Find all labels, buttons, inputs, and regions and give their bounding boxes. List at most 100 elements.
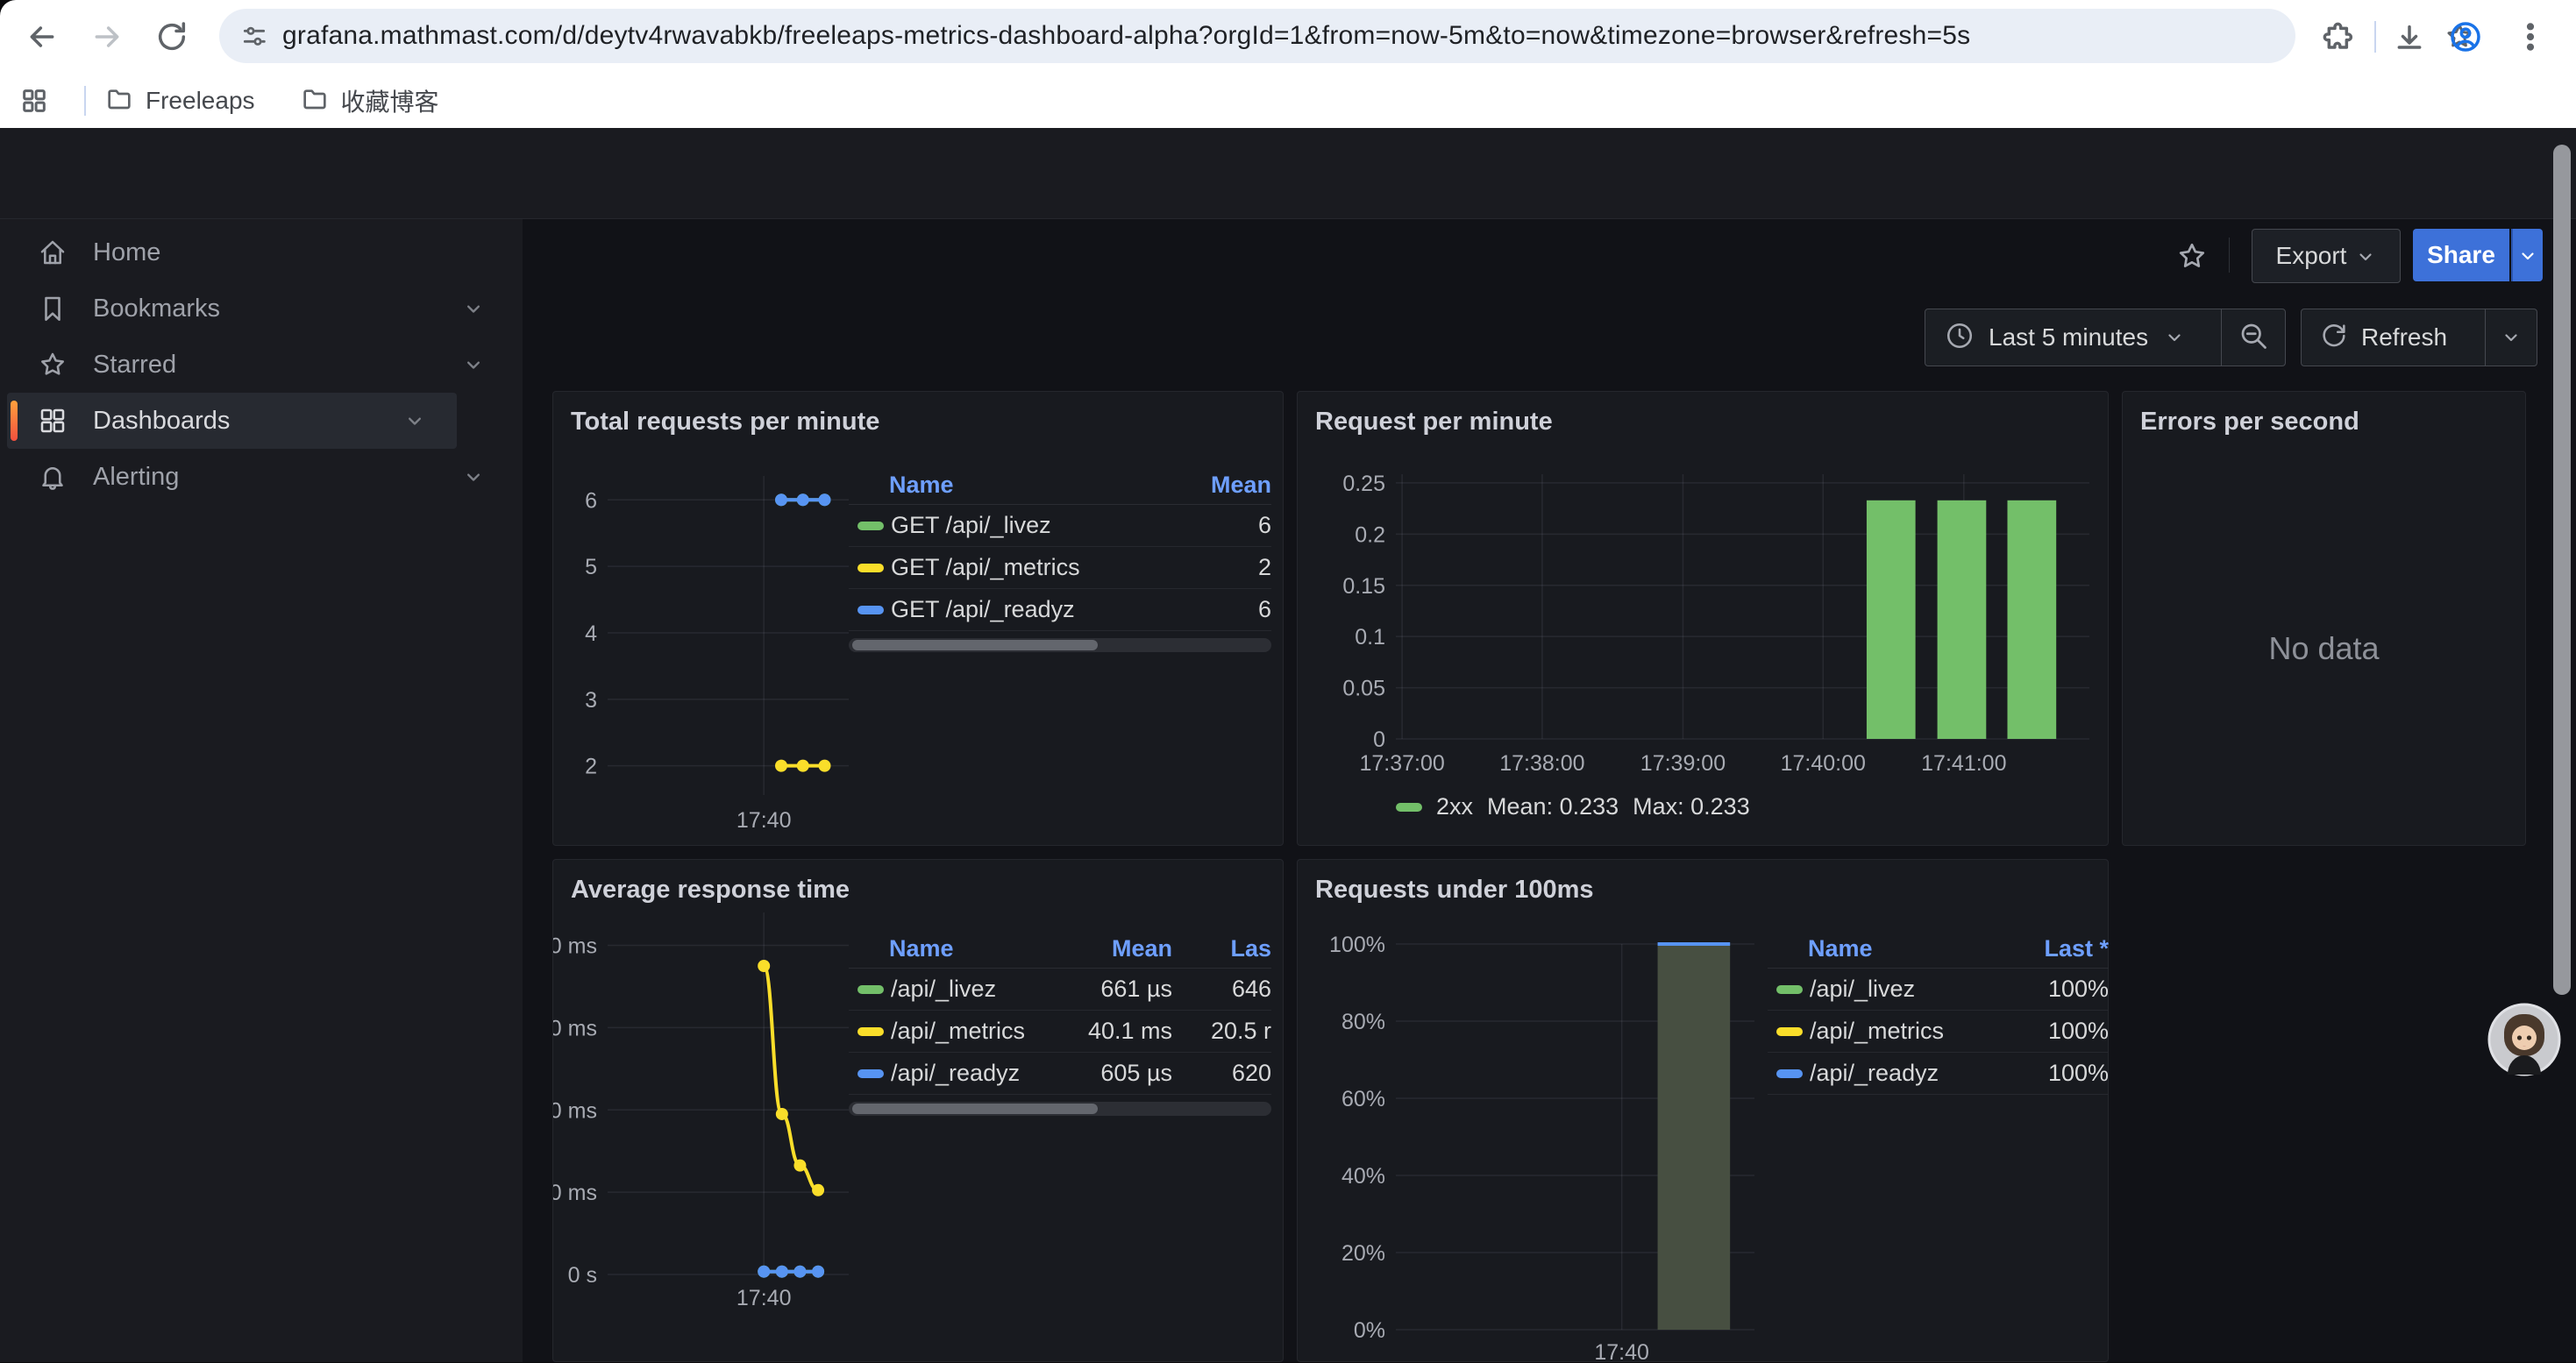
series-color-pill[interactable] <box>1776 1027 1803 1036</box>
download-icon[interactable] <box>2392 21 2427 60</box>
legend-row[interactable]: GET /api/_metrics2 <box>849 547 1271 589</box>
favorite-star-icon[interactable] <box>2176 240 2208 276</box>
back-icon[interactable] <box>25 19 60 59</box>
legend-series-value: 620 <box>1172 1060 1271 1087</box>
panel-average-response-time: Average response time80 ms60 ms40 ms20 m… <box>552 859 1284 1362</box>
series-point <box>812 1266 824 1278</box>
legend-row[interactable]: GET /api/_livez6 <box>849 505 1271 547</box>
apps-grid-icon[interactable] <box>19 86 49 120</box>
legend-column-header[interactable]: Name <box>889 472 1178 499</box>
legend-series-name[interactable]: /api/_metrics <box>891 1018 1058 1045</box>
y-tick-label: 0.15 <box>1342 574 1385 599</box>
url-bar[interactable]: grafana.mathmast.com/d/deytv4rwavabkb/fr… <box>219 9 2295 63</box>
panel-title[interactable]: Errors per second <box>2140 408 2359 437</box>
extensions-icon[interactable] <box>2322 21 2357 60</box>
legend-row[interactable]: /api/_readyz100% <box>1768 1053 2109 1095</box>
bookmark-item[interactable]: 收藏博客 <box>301 83 439 118</box>
share-dropdown-button[interactable] <box>2511 229 2543 281</box>
bell-icon <box>37 461 68 493</box>
legend-h-scrollbar-thumb[interactable] <box>852 640 1098 650</box>
legend-series-value: 40.1 ms <box>1058 1018 1172 1045</box>
series-color-pill[interactable] <box>857 606 884 614</box>
y-tick-label: 80 ms <box>553 934 597 959</box>
series-color-pill[interactable] <box>857 985 884 994</box>
y-tick-label: 40% <box>1341 1164 1385 1189</box>
legend-row[interactable]: /api/_metrics100% <box>1768 1011 2109 1053</box>
legend-series-name[interactable]: /api/_livez <box>1810 976 2003 1003</box>
legend-row[interactable]: /api/_metrics40.1 ms20.5 r <box>849 1011 1271 1053</box>
legend-column-header[interactable]: Mean <box>1178 472 1271 499</box>
series-color-pill[interactable] <box>1776 1069 1803 1078</box>
series-color-pill[interactable] <box>857 522 884 530</box>
legend-series-name[interactable]: GET /api/_metrics <box>891 554 1178 581</box>
chevron-down-icon[interactable] <box>461 296 486 321</box>
series-point <box>797 493 809 506</box>
sidebar-item-label: Alerting <box>93 463 179 492</box>
bookmark-label: Freeleaps <box>146 87 255 115</box>
legend-series-name[interactable]: /api/_readyz <box>891 1060 1058 1087</box>
y-tick-label: 80% <box>1341 1010 1385 1034</box>
legend-column-header[interactable]: Mean <box>1058 935 1172 962</box>
reload-icon[interactable] <box>154 19 189 59</box>
legend-series-name[interactable]: GET /api/_readyz <box>891 596 1178 623</box>
refresh-button[interactable]: Refresh <box>2302 309 2485 366</box>
forward-icon[interactable] <box>89 19 125 59</box>
bookmark-item[interactable]: Freeleaps <box>105 85 255 117</box>
legend-series-name[interactable]: /api/_metrics <box>1810 1018 2003 1045</box>
refresh-interval-dropdown[interactable] <box>2485 309 2537 366</box>
chevron-down-icon[interactable] <box>461 465 486 489</box>
legend-series-name[interactable]: 2xx <box>1436 793 1473 820</box>
zoom-out-button[interactable] <box>2221 309 2285 366</box>
zoom-out-icon <box>2238 320 2269 356</box>
legend-column-header[interactable]: Last * <box>2003 935 2109 962</box>
menu-kebab-icon[interactable] <box>2513 19 2548 59</box>
legend-series-value: 20.5 r <box>1172 1018 1271 1045</box>
legend-column-header[interactable]: Name <box>889 935 1058 962</box>
time-range-picker[interactable]: Last 5 minutes <box>1925 309 2221 366</box>
legend-column-header[interactable]: Las <box>1172 935 1271 962</box>
sidebar-item-starred[interactable]: Starred <box>7 337 516 393</box>
page-scrollbar[interactable] <box>2553 145 2571 995</box>
y-tick-label: 0.1 <box>1355 625 1385 650</box>
y-tick-label: 0% <box>1354 1318 1385 1343</box>
bookmark-icon <box>37 293 68 324</box>
legend-header: NameLast * <box>1768 929 2109 969</box>
chevron-down-icon[interactable] <box>402 408 427 433</box>
legend-column-header[interactable]: Name <box>1808 935 2003 962</box>
legend-row[interactable]: GET /api/_readyz6 <box>849 589 1271 631</box>
export-button[interactable]: Export <box>2252 229 2401 283</box>
legend-table: NameLast */api/_livez100%/api/_metrics10… <box>1768 929 2109 1095</box>
sidebar-item-dashboards[interactable]: Dashboards <box>7 393 457 449</box>
series-point <box>819 760 831 772</box>
legend-series-name[interactable]: /api/_readyz <box>1810 1060 2003 1087</box>
chevron-down-icon[interactable] <box>461 352 486 377</box>
legend-series-name[interactable]: GET /api/_livez <box>891 512 1178 539</box>
series-color-pill[interactable] <box>1396 803 1422 812</box>
series-color-pill[interactable] <box>1776 985 1803 994</box>
series-point <box>776 1266 788 1278</box>
profile-icon[interactable] <box>2448 19 2483 59</box>
legend-row[interactable]: /api/_livez661 µs646 <box>849 969 1271 1011</box>
legend-table: NameMeanGET /api/_livez6GET /api/_metric… <box>849 465 1271 652</box>
grafana-top-nav: Grafana Home›Dashboards›Freeleaps Metric… <box>0 128 2576 219</box>
site-settings-icon[interactable] <box>240 23 268 55</box>
assistant-avatar[interactable] <box>2487 1003 2561 1081</box>
y-tick-label: 0 s <box>568 1263 597 1288</box>
legend-series-name[interactable]: /api/_livez <box>891 976 1058 1003</box>
legend-line[interactable]: 2xxMean: 0.233Max: 0.233 <box>1396 793 1750 820</box>
series-color-pill[interactable] <box>857 1027 884 1036</box>
legend-series-value: 661 µs <box>1058 976 1172 1003</box>
sidebar-item-home[interactable]: Home <box>7 224 516 280</box>
series-color-pill[interactable] <box>857 564 884 572</box>
sidebar-item-alerting[interactable]: Alerting <box>7 449 516 505</box>
legend-h-scrollbar-thumb[interactable] <box>852 1104 1098 1114</box>
legend-row[interactable]: /api/_readyz605 µs620 <box>849 1053 1271 1095</box>
share-button[interactable]: Share <box>2413 229 2509 281</box>
series-point <box>776 1108 788 1120</box>
legend-row[interactable]: /api/_livez100% <box>1768 969 2109 1011</box>
legend-h-scrollbar[interactable] <box>849 1102 1271 1116</box>
legend-h-scrollbar[interactable] <box>849 638 1271 652</box>
series-color-pill[interactable] <box>857 1069 884 1078</box>
sidebar-item-bookmarks[interactable]: Bookmarks <box>7 280 516 337</box>
url-text: grafana.mathmast.com/d/deytv4rwavabkb/fr… <box>282 21 1970 51</box>
